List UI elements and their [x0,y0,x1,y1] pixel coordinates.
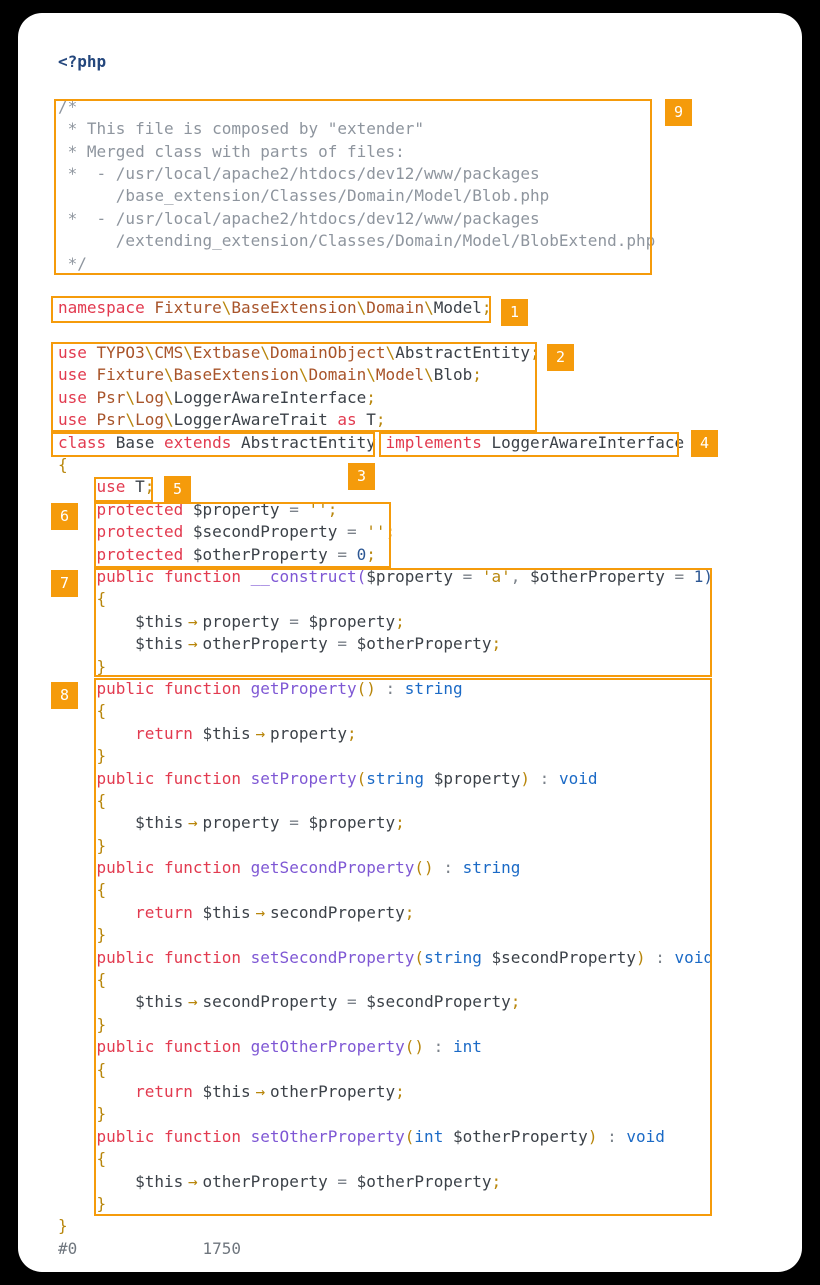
annotation-label-9: 9 [665,99,692,126]
annotation-box-5 [94,477,153,502]
annotation-box-6 [94,502,391,568]
annotation-label-3: 3 [348,463,375,490]
annotation-box-3 [51,432,375,457]
annotation-label-4: 4 [691,430,718,457]
code-line: { [58,454,713,476]
annotation-label-7: 7 [51,570,78,597]
code-line [58,320,713,342]
code-line [58,275,713,297]
annotation-box-8 [94,678,712,1216]
code-line [58,73,713,95]
annotation-label-2: 2 [547,344,574,371]
code-card: <?php /* * This file is composed by "ext… [18,13,802,1272]
annotation-label-6: 6 [51,503,78,530]
annotation-label-8: 8 [51,682,78,709]
code-line: use T; [58,476,713,498]
annotation-box-2 [51,342,537,432]
code-line: #0 1750 [58,1238,713,1260]
annotation-box-9 [54,99,652,275]
screenshot-page: <?php /* * This file is composed by "ext… [0,0,820,1285]
annotation-box-7 [94,568,712,677]
annotation-box-4 [379,432,679,457]
code-line: <?php [58,51,713,73]
annotation-box-1 [51,296,491,323]
annotation-label-5: 5 [164,476,191,503]
annotation-label-1: 1 [501,299,528,326]
code-line: } [58,1215,713,1237]
